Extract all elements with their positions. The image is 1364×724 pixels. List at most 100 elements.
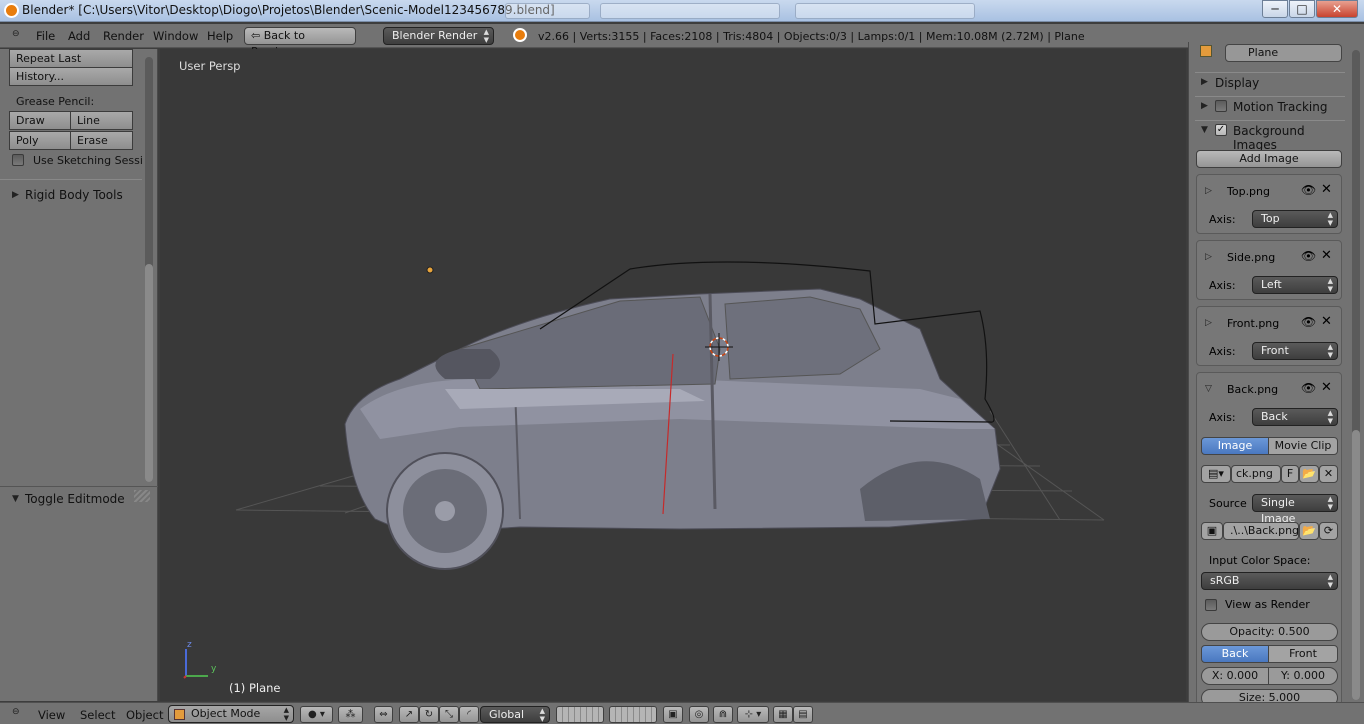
size-field[interactable]: Size: 5.000 [1201, 689, 1338, 702]
eye-icon[interactable]: 👁 [1301, 183, 1316, 197]
minimize-button[interactable]: ─ [1262, 0, 1288, 18]
expand-image-icon[interactable]: ▷ [1205, 186, 1212, 196]
unlink-image-icon[interactable]: ✕ [1319, 465, 1338, 483]
source-label: Source [1209, 497, 1247, 510]
background-images-checkbox[interactable]: ✓ [1215, 124, 1227, 136]
info-header: ⊖ File Add Render Window Help ⇦ Back to … [0, 24, 1364, 58]
motion-tracking-checkbox[interactable] [1215, 100, 1227, 112]
expand-image-icon[interactable]: ▷ [1205, 318, 1212, 328]
expand-image-icon[interactable]: ▷ [1205, 252, 1212, 262]
menu-select[interactable]: Select [80, 708, 115, 722]
back-to-previous-button[interactable]: ⇦ Back to Previous [244, 27, 356, 58]
menu-help[interactable]: Help [207, 29, 233, 43]
maximize-button[interactable]: □ [1289, 0, 1315, 18]
menu-view[interactable]: View [38, 708, 65, 722]
menu-render[interactable]: Render [103, 29, 144, 43]
axis-dropdown[interactable]: Left ▲ ▼ [1252, 276, 1338, 294]
display-panel-header[interactable]: ▶ Display [1195, 72, 1345, 94]
tool-shelf-scrollbar[interactable] [145, 264, 153, 482]
background-images-panel-header[interactable]: ▼ ✓ Background Images [1195, 120, 1345, 152]
image-source-tab[interactable]: Image [1201, 437, 1269, 455]
object-name-field[interactable]: Plane [1225, 44, 1342, 62]
image-filepath-field[interactable]: .\..\Back.png [1223, 522, 1299, 540]
manipulator-toggle-icon[interactable]: ⇔ [374, 706, 393, 723]
image-browse-icon[interactable]: ▤▾ [1201, 465, 1231, 483]
fake-user-toggle[interactable]: F [1281, 465, 1299, 483]
pivot-point-icon[interactable]: ⁂ [338, 706, 363, 723]
erase-button[interactable]: Erase [70, 131, 133, 150]
scene-layers-icon[interactable] [556, 706, 604, 723]
dropdown-arrows-icon: ▲ ▼ [283, 706, 289, 722]
browse-file-icon[interactable]: 📂 [1299, 522, 1319, 540]
proportional-editing-icon[interactable]: ◎ [689, 706, 709, 723]
collapse-triangle-icon[interactable]: ▶ [12, 190, 19, 200]
remove-icon[interactable]: ✕ [1321, 248, 1332, 263]
axis-dropdown[interactable]: Back ▲ ▼ [1252, 408, 1338, 426]
image-name: Top.png [1227, 185, 1270, 198]
line-button[interactable]: Line [70, 111, 133, 130]
menu-object[interactable]: Object [126, 708, 163, 722]
draw-button[interactable]: Draw [9, 111, 71, 130]
interaction-mode-dropdown[interactable]: Object Mode ▲ ▼ [168, 705, 294, 723]
menu-window[interactable]: Window [153, 29, 198, 43]
editor-type-icon[interactable]: ⊖ [12, 29, 20, 39]
axis-dropdown[interactable]: Front ▲ ▼ [1252, 342, 1338, 360]
motion-tracking-panel-header[interactable]: ▶ Motion Tracking [1195, 96, 1345, 118]
close-button[interactable]: ✕ [1316, 0, 1358, 18]
snap-magnet-icon[interactable]: ⋒ [713, 706, 733, 723]
opacity-slider[interactable]: Opacity: 0.500 [1201, 623, 1338, 641]
eye-icon[interactable]: 👁 [1301, 381, 1316, 395]
history-button[interactable]: History... [9, 67, 133, 86]
opengl-animation-icon[interactable]: ▤ [793, 706, 813, 723]
lamp-object[interactable] [426, 266, 434, 274]
opengl-render-icon[interactable]: ▦ [773, 706, 793, 723]
toggle-editmode-panel[interactable]: Toggle Editmode [25, 492, 125, 506]
front-depth-toggle[interactable]: Front [1268, 645, 1338, 663]
repeat-last-button[interactable]: Repeat Last [9, 49, 133, 68]
3d-viewport[interactable]: User Persp z y (1) Plane [160, 49, 1186, 701]
blender-logo-icon [4, 3, 19, 18]
scene-layers-icon[interactable] [609, 706, 657, 723]
arc-icon[interactable]: ◜ [459, 706, 479, 723]
rotate-manipulator-icon[interactable]: ↻ [419, 706, 439, 723]
eye-icon[interactable]: 👁 [1301, 315, 1316, 329]
y-axis-label: y [211, 664, 217, 674]
collapse-image-icon[interactable]: ▽ [1205, 384, 1212, 394]
pack-file-icon[interactable]: ▣ [1201, 522, 1223, 540]
back-depth-toggle[interactable]: Back [1201, 645, 1269, 663]
remove-icon[interactable]: ✕ [1321, 314, 1332, 329]
use-sketching-checkbox[interactable] [12, 154, 24, 166]
car-model-scene[interactable] [160, 49, 1186, 701]
scale-manipulator-icon[interactable]: ⤡ [439, 706, 459, 723]
image-datablock-name[interactable]: ck.png [1231, 465, 1281, 483]
eye-icon[interactable]: 👁 [1301, 249, 1316, 263]
properties-scrollbar[interactable] [1352, 430, 1360, 700]
movie-clip-source-tab[interactable]: Movie Clip [1268, 437, 1338, 455]
x-offset-field[interactable]: X: 0.000 [1201, 667, 1269, 685]
render-engine-dropdown[interactable]: Blender Render ▲ ▼ [383, 27, 494, 45]
transform-orientation-dropdown[interactable]: Global ▲ ▼ [480, 706, 550, 723]
menu-file[interactable]: File [36, 29, 55, 43]
collapse-triangle-icon: ▶ [1201, 101, 1208, 111]
menu-add[interactable]: Add [68, 29, 90, 43]
poly-button[interactable]: Poly [9, 131, 71, 150]
snap-element-icon[interactable]: ⊹ ▾ [737, 706, 769, 723]
viewport-shading-icon[interactable]: ● ▾ [300, 706, 333, 723]
view-as-render-checkbox[interactable] [1205, 599, 1217, 611]
editor-type-icon[interactable]: ⊖ [12, 707, 20, 717]
panel-drag-handle-icon[interactable] [134, 490, 150, 502]
source-dropdown[interactable]: Single Image ▲ ▼ [1252, 494, 1338, 525]
expand-triangle-icon[interactable]: ▼ [12, 494, 19, 504]
remove-icon[interactable]: ✕ [1321, 380, 1332, 395]
layer-lock-icon[interactable]: ▣ [663, 706, 683, 723]
view-as-render-label: View as Render [1225, 598, 1310, 611]
rigid-body-tools-panel[interactable]: Rigid Body Tools [25, 188, 123, 202]
axis-dropdown[interactable]: Top ▲ ▼ [1252, 210, 1338, 228]
translate-manipulator-icon[interactable]: ↗ [399, 706, 419, 723]
color-space-dropdown[interactable]: sRGB ▲ ▼ [1201, 572, 1338, 590]
reload-image-icon[interactable]: ⟳ [1319, 522, 1338, 540]
remove-icon[interactable]: ✕ [1321, 182, 1332, 197]
y-offset-field[interactable]: Y: 0.000 [1268, 667, 1338, 685]
open-image-icon[interactable]: 📂 [1299, 465, 1319, 483]
add-image-button[interactable]: Add Image [1196, 150, 1342, 168]
